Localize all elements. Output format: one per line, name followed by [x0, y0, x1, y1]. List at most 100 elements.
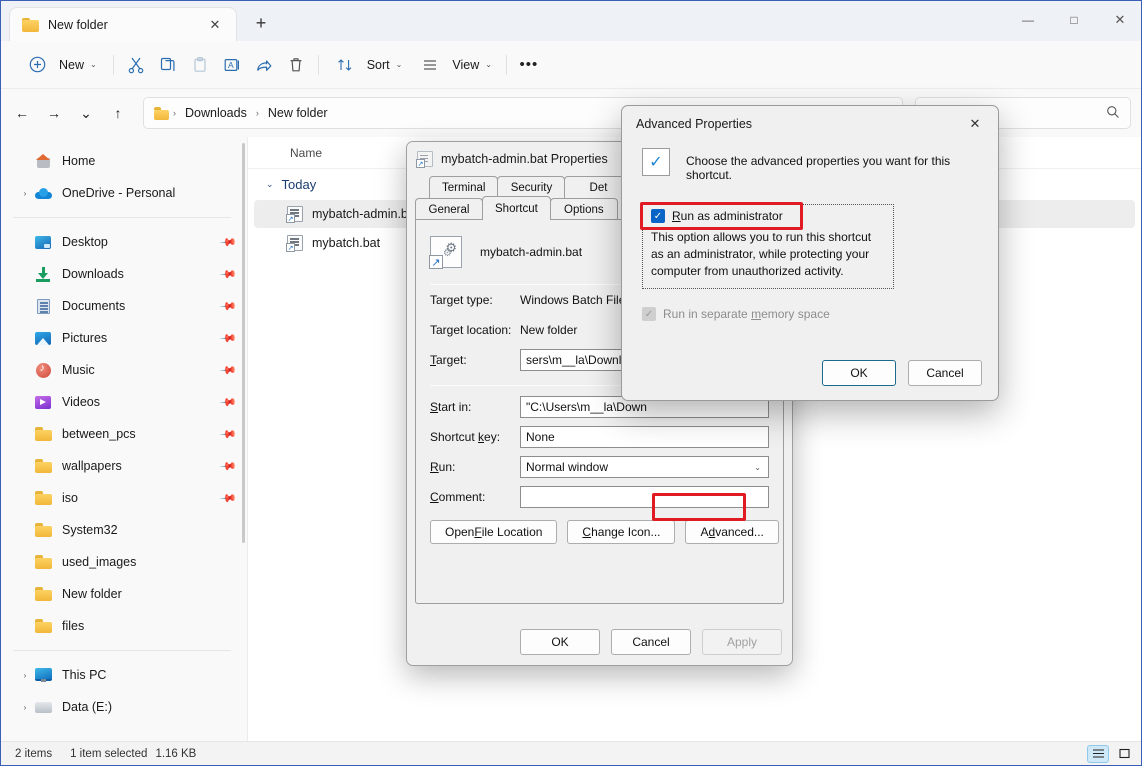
sidebar-scrollbar[interactable]	[242, 143, 245, 543]
change-icon-button[interactable]: Change Icon...	[567, 520, 676, 544]
copy-icon[interactable]	[152, 49, 184, 81]
close-icon[interactable]: ✕	[960, 111, 990, 137]
field-label: Run:	[430, 460, 456, 474]
up-button[interactable]: ↑	[103, 98, 133, 128]
sidebar-item-videos[interactable]: Videos 📌	[3, 386, 241, 418]
sidebar-item-this-pc[interactable]: › This PC	[3, 659, 241, 691]
sort-button[interactable]: Sort ⌄	[325, 49, 411, 81]
onedrive-icon	[33, 183, 53, 203]
tab-terminal[interactable]: Terminal	[429, 176, 499, 198]
folder-icon	[33, 552, 53, 572]
tab-shortcut[interactable]: Shortcut	[482, 196, 551, 220]
ok-button[interactable]: OK	[520, 629, 600, 655]
ok-button[interactable]: OK	[822, 360, 896, 386]
run-as-administrator-description: This option allows you to run this short…	[651, 230, 872, 278]
sidebar-item-system32[interactable]: System32	[3, 514, 241, 546]
column-header-name[interactable]: Name	[290, 146, 322, 160]
close-button[interactable]: ✕	[1097, 1, 1141, 39]
sidebar-item-files[interactable]: files	[3, 610, 241, 642]
details-view-icon[interactable]	[1087, 744, 1109, 763]
view-toggles	[1087, 744, 1135, 763]
large-icons-view-icon[interactable]	[1113, 745, 1135, 763]
navigation-pane[interactable]: Home › OneDrive - Personal Desktop 📌 Dow…	[1, 137, 247, 743]
sidebar-item-between-pcs[interactable]: between_pcs 📌	[3, 418, 241, 450]
rename-icon[interactable]: A	[216, 49, 248, 81]
tab-general[interactable]: General	[415, 198, 483, 220]
sidebar-item-wallpapers[interactable]: wallpapers 📌	[3, 450, 241, 482]
share-icon[interactable]	[248, 49, 280, 81]
paste-icon[interactable]	[184, 49, 216, 81]
sidebar-item-used-images[interactable]: used_images	[3, 546, 241, 578]
forward-button[interactable]: →	[39, 98, 69, 128]
run-as-administrator-checkbox-row[interactable]: ✓ Run as administrator	[651, 209, 885, 223]
view-icon	[414, 49, 446, 81]
folder-icon	[33, 520, 53, 540]
run-select[interactable]: Normal window ⌄	[520, 456, 769, 478]
tab-close-icon[interactable]: ✕	[204, 14, 226, 36]
shortcut-key-input[interactable]: None	[520, 426, 769, 448]
tab-security[interactable]: Security	[497, 176, 566, 198]
file-explorer-window: New folder ✕ + — □ ✕ New ⌄ A Sort ⌄ View…	[0, 0, 1142, 766]
svg-text:A: A	[228, 60, 234, 70]
breadcrumb-item-downloads[interactable]: Downloads	[180, 104, 252, 122]
drive-icon	[33, 697, 53, 717]
tab-new-folder[interactable]: New folder ✕	[9, 7, 237, 41]
comment-input[interactable]	[520, 486, 769, 508]
checkbox-checked-icon[interactable]: ✓	[651, 209, 665, 223]
tab-options[interactable]: Options	[549, 198, 618, 220]
delete-icon[interactable]	[280, 49, 312, 81]
run-select-value: Normal window	[526, 460, 609, 474]
sidebar-item-onedrive[interactable]: › OneDrive - Personal	[3, 177, 241, 209]
chevron-right-icon[interactable]: ›	[17, 691, 33, 723]
back-button[interactable]: ←	[7, 98, 37, 128]
new-tab-button[interactable]: +	[245, 7, 277, 39]
this-pc-icon	[33, 665, 53, 685]
chevron-right-icon[interactable]: ›	[17, 177, 33, 209]
minimize-button[interactable]: —	[1005, 1, 1051, 39]
new-button[interactable]: New ⌄	[11, 49, 107, 81]
advanced-dialog-titlebar: Advanced Properties ✕	[622, 106, 998, 142]
sidebar-item-label: used_images	[62, 555, 137, 569]
status-bar: 2 items 1 item selected 1.16 KB	[1, 741, 1141, 765]
advanced-properties-dialog[interactable]: Advanced Properties ✕ ✓ Choose the advan…	[621, 105, 999, 401]
sidebar-item-label: Data (E:)	[62, 700, 113, 714]
sidebar-item-label: files	[62, 619, 85, 633]
breadcrumb-item-new-folder[interactable]: New folder	[263, 104, 333, 122]
sidebar-item-iso[interactable]: iso 📌	[3, 482, 241, 514]
sidebar-divider	[13, 650, 231, 651]
chevron-down-icon[interactable]: ⌄	[266, 179, 274, 190]
tab-strip: New folder ✕ +	[1, 1, 277, 41]
cut-icon[interactable]	[120, 49, 152, 81]
advanced-button[interactable]: Ad vanced...	[685, 520, 779, 544]
sidebar-item-music[interactable]: Music 📌	[3, 354, 241, 386]
field-label: Target location:	[430, 323, 512, 337]
chevron-right-icon[interactable]: ›	[17, 659, 33, 691]
sidebar-item-label: between_pcs	[62, 427, 136, 441]
sidebar-item-data-drive[interactable]: › Data (E:)	[3, 691, 241, 723]
sidebar-item-home[interactable]: Home	[3, 145, 241, 177]
maximize-button[interactable]: □	[1051, 1, 1097, 39]
sidebar-item-label: System32	[62, 523, 118, 537]
run-as-administrator-label: Run as administrator	[672, 209, 783, 223]
view-button[interactable]: View ⌄	[410, 49, 500, 81]
sidebar-item-label: Music	[62, 363, 95, 377]
field-comment: Comment:	[416, 482, 783, 512]
advanced-dialog-body: ✓ Choose the advanced properties you wan…	[622, 142, 998, 321]
selection-status: 1 item selected	[70, 747, 148, 760]
field-label: Start in:	[430, 400, 472, 414]
more-options-button[interactable]: •••	[513, 49, 545, 81]
recent-locations-button[interactable]: ⌄	[71, 98, 101, 128]
sidebar-item-pictures[interactable]: Pictures 📌	[3, 322, 241, 354]
cancel-button[interactable]: Cancel	[611, 629, 691, 655]
open-file-location-button[interactable]: Open File Location	[430, 520, 558, 544]
sidebar-item-new-folder[interactable]: New folder	[3, 578, 241, 610]
cancel-button[interactable]: Cancel	[908, 360, 982, 386]
sidebar-divider	[13, 217, 231, 218]
sidebar-item-downloads[interactable]: Downloads 📌	[3, 258, 241, 290]
sidebar-item-desktop[interactable]: Desktop 📌	[3, 226, 241, 258]
sidebar-item-documents[interactable]: Documents 📌	[3, 290, 241, 322]
